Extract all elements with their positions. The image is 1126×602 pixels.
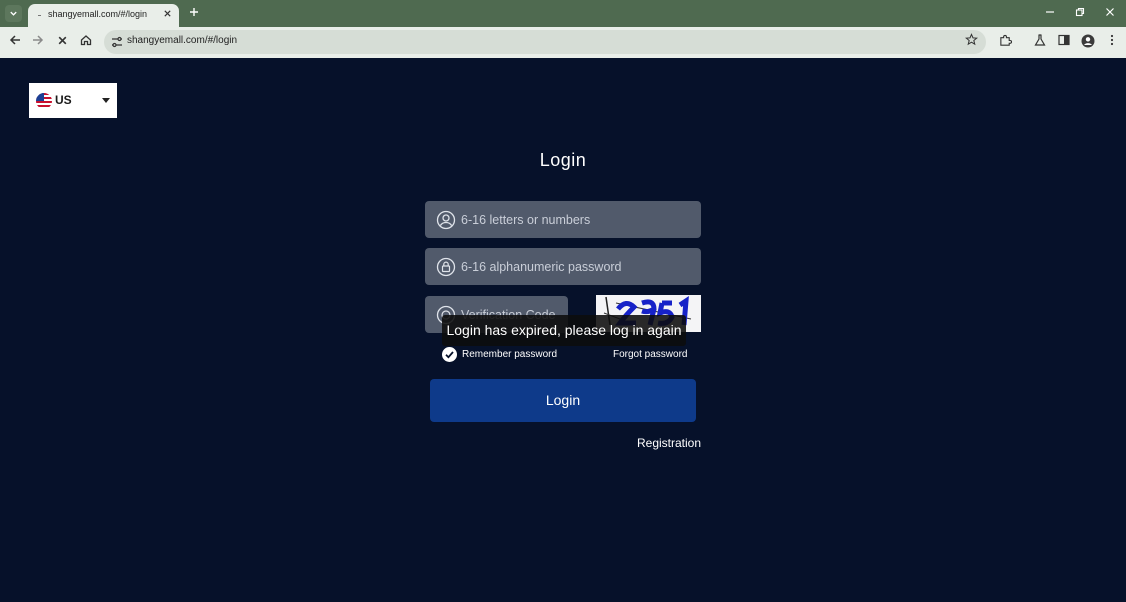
session-expired-toast: Login has expired, please log in again: [442, 315, 686, 346]
close-window-button[interactable]: [1100, 4, 1120, 22]
bookmark-button[interactable]: [965, 33, 978, 49]
new-tab-button[interactable]: [186, 4, 202, 22]
language-label: US: [55, 93, 72, 107]
close-icon: [58, 36, 66, 45]
kebab-icon: [1110, 34, 1114, 46]
checkbox-checked[interactable]: [442, 347, 457, 362]
close-icon: [163, 10, 171, 17]
restore-button[interactable]: [1070, 4, 1090, 22]
language-selector[interactable]: US: [29, 83, 117, 118]
browser-menu-button[interactable]: [1104, 34, 1120, 50]
lock-icon: [436, 257, 456, 277]
home-button[interactable]: [78, 34, 94, 50]
user-icon: [436, 210, 456, 230]
extensions-button[interactable]: [997, 34, 1013, 50]
checkmark-icon: [445, 351, 454, 359]
url-text[interactable]: shangyemall.com/#/login: [127, 35, 237, 46]
tab-close-button[interactable]: [160, 7, 174, 21]
avatar-icon: [1081, 34, 1095, 48]
login-button[interactable]: Login: [430, 379, 696, 422]
us-flag-icon: [36, 93, 52, 109]
page-title: Login: [539, 150, 587, 170]
password-field[interactable]: 6-16 alphanumeric password: [425, 248, 701, 285]
side-panel-button[interactable]: [1056, 34, 1072, 50]
stop-loading-button[interactable]: [54, 34, 70, 50]
tab-title: shangyemall.com/#/login: [48, 9, 148, 19]
username-placeholder: 6-16 letters or numbers: [461, 213, 591, 227]
restore-icon: [1075, 7, 1085, 17]
flask-icon: [1034, 34, 1046, 46]
side-panel-icon: [1058, 34, 1070, 46]
forward-button[interactable]: [30, 34, 46, 50]
browser-toolbar: shangyemall.com/#/login: [0, 27, 1126, 58]
arrow-left-icon: [9, 35, 20, 45]
plus-icon: [190, 8, 198, 16]
browser-tabbar: shangyemall.com/#/login: [0, 0, 1126, 27]
registration-link[interactable]: Registration: [637, 436, 701, 450]
home-icon: [80, 35, 92, 46]
minimize-button[interactable]: [1040, 4, 1060, 22]
profile-button[interactable]: [1080, 34, 1096, 50]
labs-button[interactable]: [1032, 34, 1048, 50]
browser-tab[interactable]: shangyemall.com/#/login: [28, 4, 179, 27]
minimize-icon: [1046, 11, 1054, 13]
username-field[interactable]: 6-16 letters or numbers: [425, 201, 701, 238]
star-icon: [965, 33, 978, 46]
tab-list-button[interactable]: [5, 5, 22, 22]
puzzle-icon: [999, 34, 1012, 46]
remember-password-label: Remember password: [462, 349, 558, 360]
password-placeholder: 6-16 alphanumeric password: [461, 260, 622, 274]
back-button[interactable]: [7, 34, 23, 50]
address-bar[interactable]: shangyemall.com/#/login: [104, 30, 986, 54]
forgot-password-link[interactable]: Forgot password: [613, 349, 687, 360]
tune-icon[interactable]: [110, 35, 124, 49]
arrow-right-icon: [33, 35, 44, 45]
chevron-down-icon: [10, 11, 17, 16]
caret-down-icon: [102, 98, 110, 103]
close-icon: [1106, 8, 1114, 16]
loading-favicon-icon: [38, 15, 41, 16]
